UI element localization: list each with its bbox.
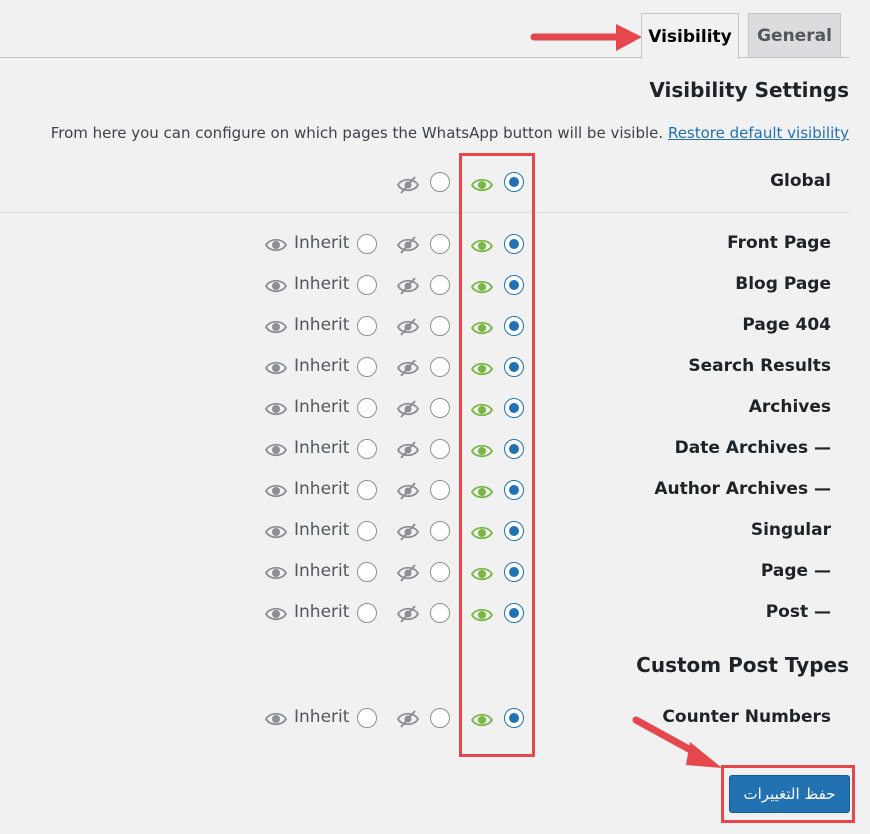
row-label: Post —	[765, 602, 831, 622]
row-label: Search Results	[688, 356, 831, 376]
visibility-description: From here you can configure on which pag…	[51, 124, 849, 142]
save-changes-button[interactable]: حفظ التغييرات	[729, 775, 850, 813]
hide-icon	[396, 522, 420, 542]
inherit-label: Inherit	[294, 356, 350, 376]
custom-post-types-title: Custom Post Types	[636, 653, 849, 677]
inherit-label: Inherit	[294, 274, 350, 294]
hide-radio[interactable]	[430, 316, 450, 336]
inherit-icon	[264, 522, 288, 542]
inherit-label: Inherit	[294, 315, 350, 335]
inherit-radio[interactable]	[357, 439, 377, 459]
description-text: From here you can configure on which pag…	[50, 124, 664, 142]
restore-default-link[interactable]: Restore default visibility	[668, 124, 849, 142]
inherit-label: Inherit	[294, 233, 350, 253]
hide-radio[interactable]	[430, 234, 450, 254]
hide-icon	[396, 604, 420, 624]
save-arrow-icon	[632, 716, 722, 768]
inherit-icon	[264, 399, 288, 419]
inherit-label: Inherit	[294, 438, 350, 458]
row-label: Archives	[748, 397, 831, 417]
hide-radio[interactable]	[430, 708, 450, 728]
inherit-radio[interactable]	[357, 398, 377, 418]
tab-general[interactable]: General	[748, 13, 841, 57]
inherit-radio[interactable]	[357, 275, 377, 295]
row-label: Author Archives —	[654, 479, 831, 499]
hide-icon	[396, 317, 420, 337]
hide-radio[interactable]	[430, 521, 450, 541]
annotation-arrow-icon	[530, 24, 642, 51]
inherit-icon	[264, 563, 288, 583]
inherit-label: Inherit	[294, 707, 350, 727]
row-label: Date Archives —	[674, 438, 831, 458]
hide-icon	[396, 481, 420, 501]
row-label: Front Page	[727, 233, 831, 253]
inherit-icon	[264, 481, 288, 501]
inherit-icon	[264, 317, 288, 337]
inherit-icon	[264, 276, 288, 296]
hide-icon	[396, 235, 420, 255]
hide-icon	[396, 440, 420, 460]
hide-icon	[396, 276, 420, 296]
hide-icon	[396, 358, 420, 378]
hide-icon	[396, 399, 420, 419]
inherit-radio[interactable]	[357, 234, 377, 254]
inherit-radio[interactable]	[357, 357, 377, 377]
row-label: Singular	[750, 520, 831, 540]
hide-icon	[396, 709, 420, 729]
inherit-radio[interactable]	[357, 708, 377, 728]
inherit-radio[interactable]	[357, 521, 377, 541]
inherit-icon	[264, 358, 288, 378]
inherit-label: Inherit	[294, 479, 350, 499]
global-hide-icon	[396, 173, 420, 197]
inherit-label: Inherit	[294, 561, 350, 581]
row-label: Page —	[760, 561, 831, 581]
tab-visibility[interactable]: Visibility	[641, 13, 739, 59]
section-divider	[0, 212, 850, 213]
visibility-settings-title: Visibility Settings	[649, 78, 849, 102]
inherit-icon	[264, 440, 288, 460]
inherit-label: Inherit	[294, 602, 350, 622]
inherit-radio[interactable]	[357, 480, 377, 500]
inherit-radio[interactable]	[357, 316, 377, 336]
hide-radio[interactable]	[430, 603, 450, 623]
inherit-radio[interactable]	[357, 603, 377, 623]
hide-radio[interactable]	[430, 562, 450, 582]
hide-radio[interactable]	[430, 275, 450, 295]
hide-icon	[396, 563, 420, 583]
global-hide-radio[interactable]	[430, 172, 450, 192]
show-column-highlight	[459, 153, 535, 757]
inherit-icon	[264, 604, 288, 624]
hide-radio[interactable]	[430, 480, 450, 500]
hide-radio[interactable]	[430, 357, 450, 377]
inherit-radio[interactable]	[357, 562, 377, 582]
inherit-icon	[264, 235, 288, 255]
inherit-icon	[264, 709, 288, 729]
row-label: Page 404	[742, 315, 831, 335]
inherit-label: Inherit	[294, 520, 350, 540]
hide-radio[interactable]	[430, 398, 450, 418]
row-label: Blog Page	[735, 274, 831, 294]
hide-radio[interactable]	[430, 439, 450, 459]
global-label: Global	[770, 171, 831, 191]
inherit-label: Inherit	[294, 397, 350, 417]
